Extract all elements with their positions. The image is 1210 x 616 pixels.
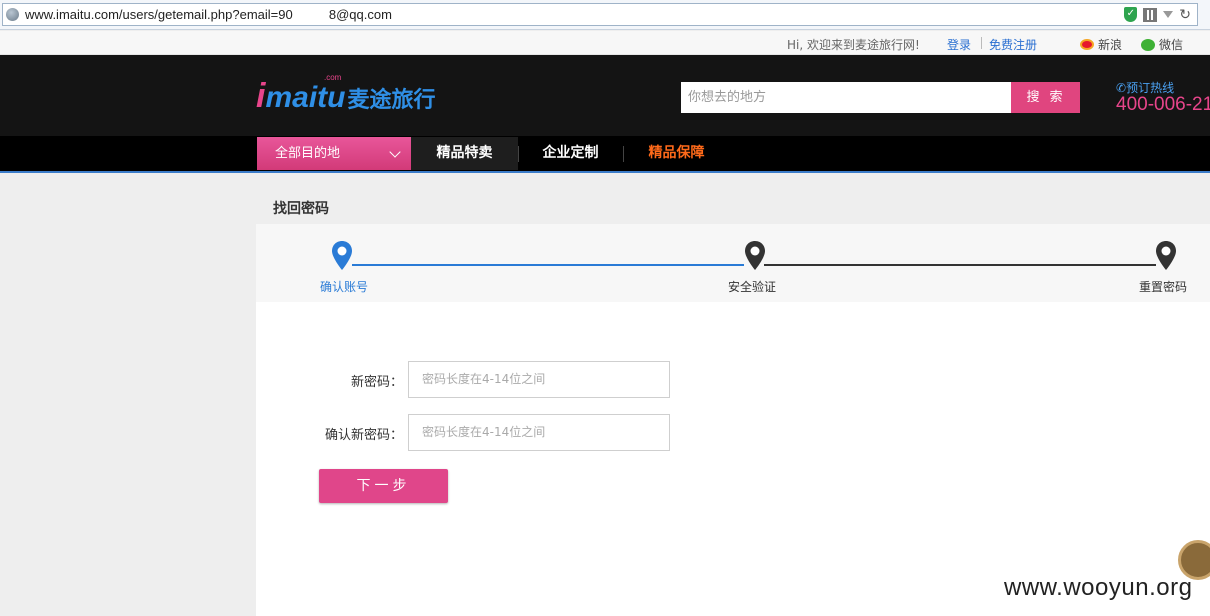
logo-i: i [256, 77, 266, 115]
nav-item-premium-sale[interactable]: 精品特卖 [411, 137, 518, 170]
weibo-icon [1080, 39, 1094, 50]
step-label-reset-password: 重置密码 [1139, 280, 1188, 294]
site-top-strip: Hi, 欢迎来到麦途旅行网! 登录 免费注册 新浪 微信 [0, 31, 1210, 55]
weibo-label: 新浪 [1098, 38, 1123, 52]
map-pin-icon [745, 241, 765, 270]
nav-all-destinations[interactable]: 全部目的地 [257, 137, 411, 170]
logo-maitu: maitu [265, 81, 346, 114]
watermark-text: www.wooyun.org [1004, 574, 1193, 601]
logo-com: .com [324, 73, 342, 82]
logo-chinese: 麦途旅行 [347, 87, 436, 112]
next-step-button[interactable]: 下一步 [319, 469, 448, 503]
nav-item-quality-guarantee[interactable]: 精品保障 [624, 137, 729, 170]
step-label-confirm-account: 确认账号 [320, 280, 369, 294]
qr-code-icon[interactable] [1143, 7, 1158, 22]
progress-steps: 确认账号 安全验证 重置密码 [256, 224, 1210, 302]
wechat-icon [1141, 38, 1155, 51]
new-password-label: 新密码： [350, 375, 403, 390]
url-text[interactable]: www.imaitu.com/users/getemail.php?email=… [25, 7, 392, 22]
content-header: 找回密码 [256, 175, 1210, 224]
url-field[interactable]: www.imaitu.com/users/getemail.php?email=… [2, 3, 1198, 26]
map-pin-icon [332, 241, 352, 270]
confirm-password-input[interactable]: 密码长度在4-14位之间 [408, 414, 670, 451]
hotline-number: 400-006-21 [1116, 94, 1210, 115]
step-line-inactive [764, 264, 1156, 266]
chevron-down-icon [389, 146, 401, 158]
nav-all-destinations-label: 全部目的地 [275, 146, 341, 161]
site-logo[interactable]: i maitu 麦途旅行 .com [256, 73, 436, 116]
nav-item-enterprise-custom[interactable]: 企业定制 [519, 137, 622, 170]
dropdown-arrow-icon[interactable] [1163, 11, 1174, 18]
register-link[interactable]: 免费注册 [989, 36, 1037, 53]
security-shield-icon[interactable]: ✓ [1124, 7, 1138, 22]
new-password-input[interactable]: 密码长度在4-14位之间 [408, 361, 670, 398]
search-button[interactable]: 搜索 [1011, 82, 1080, 113]
refresh-icon[interactable]: ↻ [1179, 8, 1191, 22]
page-title: 找回密码 [273, 201, 329, 217]
welcome-text: Hi, 欢迎来到麦途旅行网! [787, 38, 920, 52]
globe-icon [6, 8, 19, 21]
search-input[interactable]: 你想去的地方 [681, 82, 1011, 113]
login-link[interactable]: 登录 [947, 36, 971, 53]
browser-address-bar: www.imaitu.com/users/getemail.php?email=… [0, 0, 1210, 30]
step-label-security-verify: 安全验证 [728, 280, 777, 294]
site-header: i maitu 麦途旅行 .com 你想去的地方 搜索 ✆预订热线 400-00… [0, 55, 1210, 136]
phone-icon: ✆ [1116, 81, 1127, 95]
weibo-link[interactable]: 新浪 [1080, 36, 1122, 53]
wechat-label: 微信 [1159, 38, 1184, 52]
wechat-link[interactable]: 微信 [1141, 36, 1183, 53]
confirm-password-label: 确认新密码： [324, 428, 403, 443]
step-line-active [352, 264, 744, 266]
main-nav: 全部目的地 精品特卖 企业定制 精品保障 [0, 136, 1210, 173]
map-pin-icon [1156, 241, 1176, 270]
main-content: 找回密码 确认账号 安全验证 重置密码 新密码： 密码长度在4-14位之间 确认… [256, 175, 1210, 616]
divider [981, 37, 982, 49]
